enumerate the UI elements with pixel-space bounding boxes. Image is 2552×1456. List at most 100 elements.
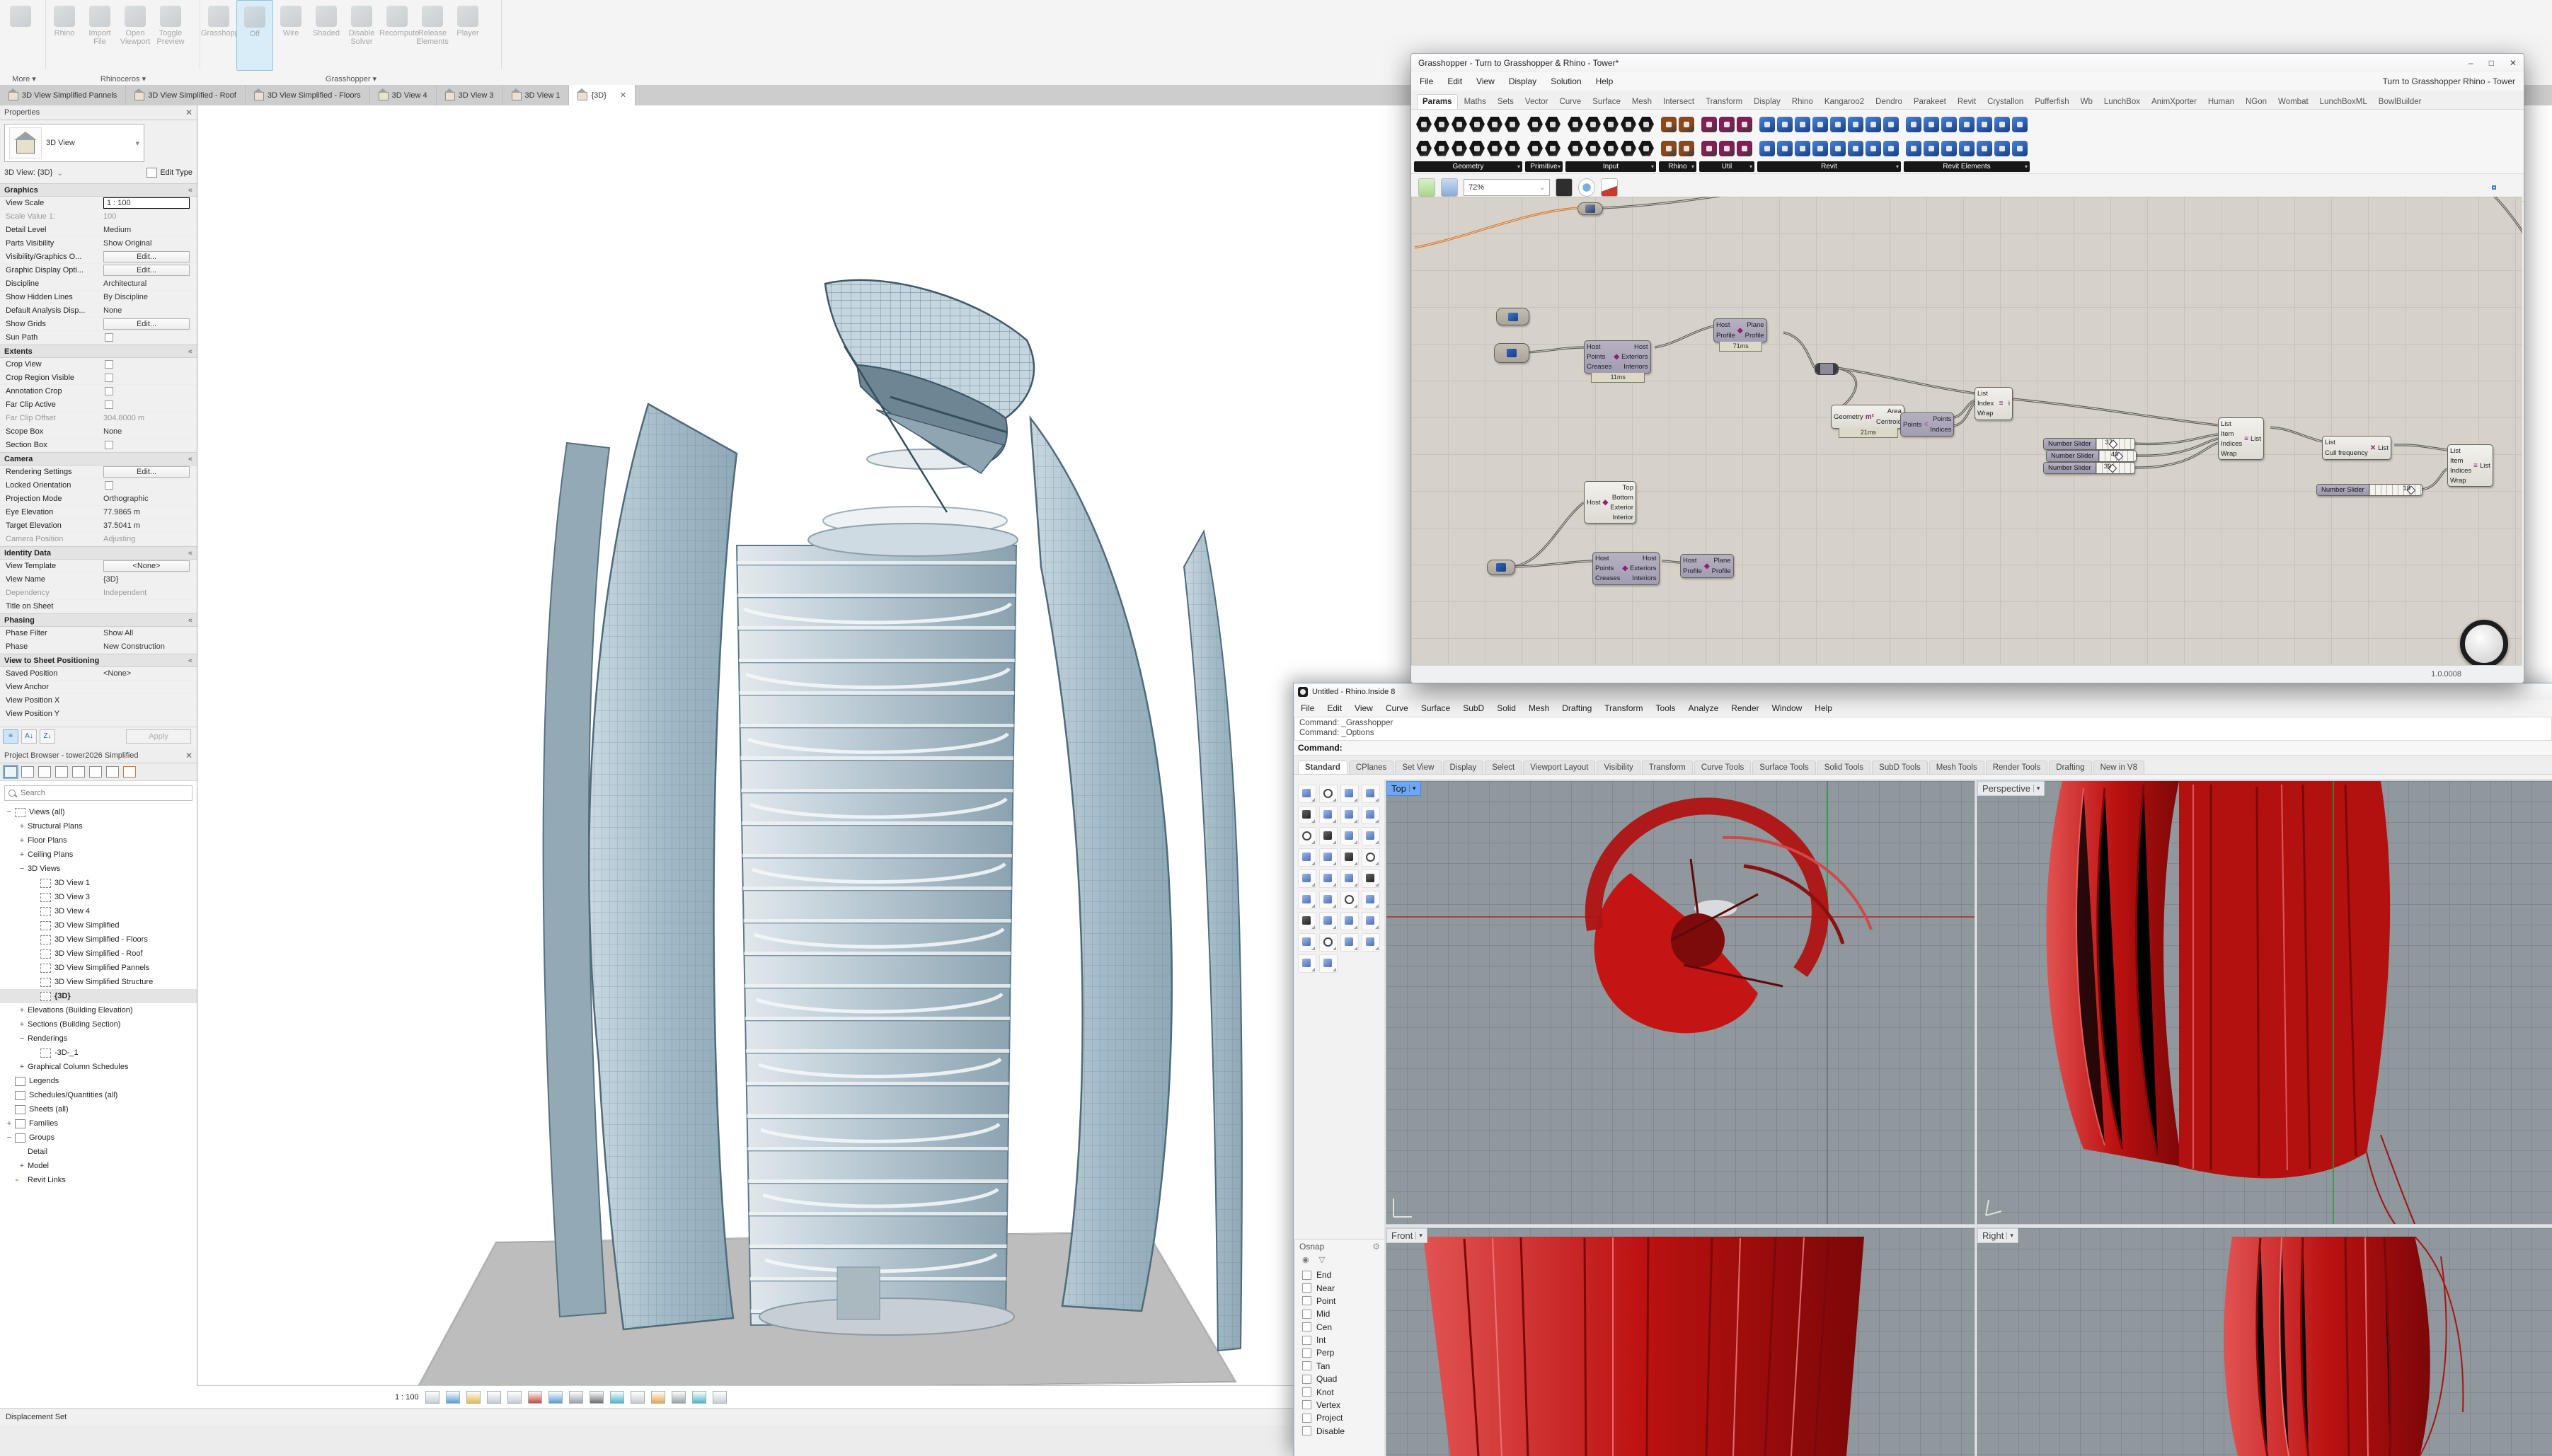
number-slider[interactable]: Number Slider39 bbox=[2043, 462, 2135, 474]
property-value[interactable]: Show Original bbox=[103, 239, 190, 248]
rhino-tab-viewport-layout[interactable]: Viewport Layout bbox=[1523, 761, 1595, 774]
sidebar-tool-icon-30[interactable] bbox=[1340, 933, 1359, 952]
osnap-checkbox-vertex[interactable] bbox=[1302, 1400, 1311, 1409]
gh-tab-revit[interactable]: Revit bbox=[1953, 95, 1981, 109]
gh-component-icon[interactable] bbox=[1545, 141, 1560, 156]
gh-component-icon[interactable] bbox=[1977, 117, 1992, 132]
viewport-label-right[interactable]: Right▾ bbox=[1977, 1228, 2018, 1243]
gh-param-param-host[interactable] bbox=[1487, 560, 1515, 575]
view-tab-3d-view-4[interactable]: 3D View 4 bbox=[370, 85, 437, 105]
slider-track[interactable]: 18 bbox=[2369, 485, 2422, 495]
osnap-checkbox-end[interactable] bbox=[1302, 1271, 1311, 1280]
ribbon-button-disable-solver[interactable]: Disable Solver bbox=[344, 0, 379, 69]
gh-component-icon[interactable] bbox=[1759, 117, 1775, 132]
sidebar-tool-icon-9[interactable] bbox=[1319, 827, 1338, 845]
gh-component[interactable]: HostProfile◆PlaneProfile bbox=[1680, 554, 1734, 578]
rhino-menu-surface[interactable]: Surface bbox=[1421, 703, 1450, 713]
tree-item-3d-view-3[interactable]: 3D View 3 bbox=[0, 890, 197, 904]
slider-track[interactable]: 40 bbox=[2099, 451, 2136, 461]
section-header-phasing[interactable]: Phasing« bbox=[0, 613, 197, 627]
gh-component-icon[interactable] bbox=[1585, 117, 1601, 132]
property-value[interactable]: None bbox=[103, 427, 190, 436]
gh-menu-solution[interactable]: Solution bbox=[1551, 76, 1581, 86]
ribbon-button-wire[interactable]: Wire bbox=[273, 0, 309, 69]
gh-group-label[interactable]: Primitive bbox=[1525, 161, 1563, 172]
rhino-title-bar[interactable]: Untitled - Rhino.Inside 8 bbox=[1294, 683, 2552, 700]
property-value[interactable]: Edit... bbox=[103, 265, 190, 276]
gh-component-icon[interactable] bbox=[1661, 117, 1677, 132]
gh-tab-transform[interactable]: Transform bbox=[1701, 95, 1747, 109]
tree-expander[interactable]: + bbox=[18, 1020, 25, 1029]
sidebar-tool-icon-25[interactable] bbox=[1319, 912, 1338, 930]
property-value[interactable]: Edit... bbox=[103, 466, 190, 478]
input-port[interactable]: Geometry bbox=[1834, 413, 1863, 421]
view-control-icon-6[interactable] bbox=[548, 1391, 563, 1404]
osnap-item-project[interactable]: Project bbox=[1295, 1411, 1384, 1424]
gh-tab-lunchbox[interactable]: LunchBox bbox=[2099, 95, 2145, 109]
edit-type-button[interactable]: Edit Type bbox=[146, 168, 192, 178]
gh-component-icon[interactable] bbox=[1603, 141, 1619, 156]
rhino-tab-drafting[interactable]: Drafting bbox=[2049, 761, 2091, 774]
gh-component[interactable]: Geometrym²AreaCentroid21ms bbox=[1831, 405, 1904, 429]
gh-component-icon[interactable] bbox=[1883, 117, 1899, 132]
sidebar-tool-icon-11[interactable] bbox=[1362, 827, 1380, 845]
gh-tab-parakeet[interactable]: Parakeet bbox=[1909, 95, 1951, 109]
property-value[interactable]: None bbox=[103, 306, 190, 315]
gh-menu-view[interactable]: View bbox=[1476, 76, 1495, 86]
gh-component-icon[interactable] bbox=[1434, 141, 1449, 156]
ribbon-button-rhino[interactable]: Rhino bbox=[47, 0, 82, 69]
gh-component-icon[interactable] bbox=[1719, 117, 1735, 132]
section-collapse-icon[interactable]: « bbox=[188, 186, 192, 195]
output-port[interactable]: Interior bbox=[1612, 514, 1633, 521]
input-port[interactable]: Item bbox=[2221, 430, 2242, 438]
rhino-tab-select[interactable]: Select bbox=[1485, 761, 1522, 774]
ribbon-button-open-viewport[interactable]: Open Viewport bbox=[117, 0, 153, 69]
output-port[interactable]: Plane bbox=[1713, 557, 1730, 565]
sidebar-tool-icon-12[interactable] bbox=[1298, 848, 1316, 867]
ribbon-group-label[interactable]: Grasshopper ▾ bbox=[201, 74, 501, 83]
output-port[interactable]: Top bbox=[1623, 484, 1633, 492]
slider-track[interactable]: 39 bbox=[2096, 463, 2134, 473]
property-checkbox[interactable] bbox=[105, 481, 113, 490]
section-header-identity-data[interactable]: Identity Data« bbox=[0, 546, 197, 560]
tree-item-model[interactable]: +Model bbox=[0, 1159, 197, 1173]
ribbon-group-label[interactable]: Rhinoceros ▾ bbox=[47, 74, 200, 83]
rhino-tab-surface-tools[interactable]: Surface Tools bbox=[1752, 761, 1815, 774]
view-control-icon-14[interactable] bbox=[713, 1391, 727, 1404]
gh-group-label[interactable]: Util bbox=[1699, 161, 1754, 172]
search-input[interactable] bbox=[19, 788, 188, 798]
gear-icon[interactable]: ⚙ bbox=[1372, 1242, 1380, 1252]
number-slider[interactable]: Number Slider40 bbox=[2046, 450, 2137, 462]
gh-component-icon[interactable] bbox=[1568, 117, 1583, 132]
rhino-menu-mesh[interactable]: Mesh bbox=[1529, 703, 1549, 713]
tree-item-graphical-column-schedules[interactable]: +Graphical Column Schedules bbox=[0, 1060, 197, 1074]
gh-component[interactable]: HostProfile◆PlaneProfile71ms bbox=[1713, 318, 1767, 342]
sidebar-tool-icon-4[interactable] bbox=[1298, 806, 1316, 824]
browser-tab-link-icon[interactable] bbox=[123, 766, 136, 778]
gh-component-icon[interactable] bbox=[1777, 117, 1793, 132]
sidebar-tool-icon-7[interactable] bbox=[1362, 806, 1380, 824]
view-control-icon-13[interactable] bbox=[692, 1391, 706, 1404]
gh-tab-mesh[interactable]: Mesh bbox=[1627, 95, 1657, 109]
output-port[interactable]: Exteriors bbox=[1630, 565, 1656, 572]
input-port[interactable]: Points bbox=[1587, 353, 1611, 361]
ribbon-group-label[interactable]: More ▾ bbox=[3, 74, 45, 83]
property-value[interactable]: Show All bbox=[103, 629, 190, 637]
rhino-tab-visibility[interactable]: Visibility bbox=[1597, 761, 1640, 774]
close-button[interactable]: ✕ bbox=[2510, 58, 2517, 68]
input-port[interactable]: Points bbox=[1903, 421, 1921, 429]
tree-expander[interactable]: + bbox=[18, 1162, 25, 1170]
rhino-menu-help[interactable]: Help bbox=[1815, 703, 1832, 713]
browser-tab-legend-icon[interactable] bbox=[38, 766, 51, 778]
gh-component-icon[interactable] bbox=[1812, 141, 1828, 156]
output-port[interactable]: Points bbox=[1933, 415, 1951, 423]
sidebar-tool-icon-32[interactable] bbox=[1298, 954, 1316, 973]
input-port[interactable]: Index bbox=[1977, 400, 1994, 408]
gh-component-icon[interactable] bbox=[1527, 141, 1543, 156]
gh-component[interactable]: ListIndexWrap≡i bbox=[1975, 387, 2013, 420]
gh-tab-wombat[interactable]: Wombat bbox=[2273, 95, 2314, 109]
gh-component-icon[interactable] bbox=[1527, 117, 1543, 132]
output-port[interactable]: Profile bbox=[1745, 332, 1764, 340]
gh-component-icon[interactable] bbox=[1777, 141, 1793, 156]
section-header-extents[interactable]: Extents« bbox=[0, 345, 197, 358]
